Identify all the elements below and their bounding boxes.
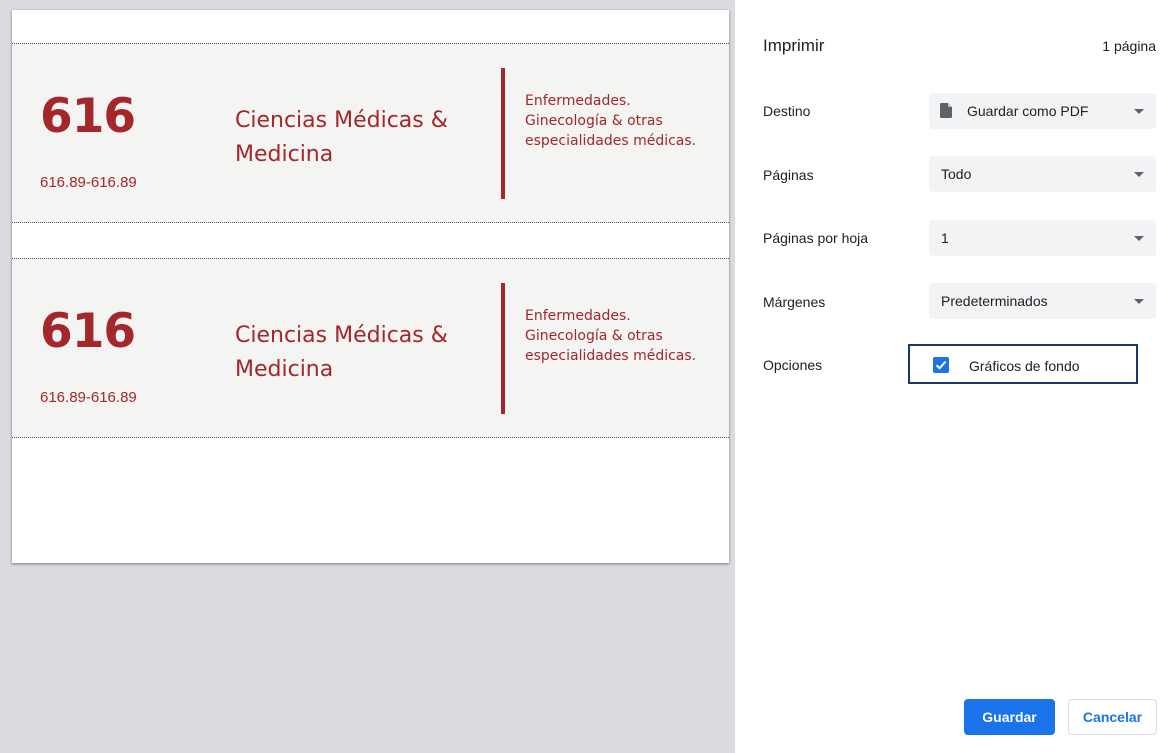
pages-per-sheet-label: Páginas por hoja [763,230,869,246]
shelf-label-card: 616 616.89-616.89 Ciencias Médicas & Med… [12,258,729,438]
pages-value: Todo [941,166,972,182]
destination-value: Guardar como PDF [967,103,1089,119]
background-graphics-label: Gráficos de fondo [969,358,1080,374]
chevron-down-icon [1134,109,1144,114]
call-number-range: 616.89-616.89 [40,174,137,191]
chevron-down-icon [1134,236,1144,241]
subject-title: Ciencias Médicas & Medicina [235,108,448,167]
print-preview-area: 616 616.89-616.89 Ciencias Médicas & Med… [0,0,735,753]
label-divider [501,68,505,199]
print-dialog-title: Imprimir [763,36,825,55]
margins-value: Predeterminados [941,293,1048,309]
call-number: 616 [40,304,136,359]
file-icon [940,103,952,118]
subject-description: Enfermedades. Ginecología & otras especi… [525,308,697,364]
label-divider [501,283,505,414]
subject-description: Enfermedades. Ginecología & otras especi… [525,93,697,149]
margins-select[interactable]: Predeterminados [929,283,1156,319]
chevron-down-icon [1134,172,1144,177]
pages-select[interactable]: Todo [929,156,1156,192]
save-button[interactable]: Guardar [964,699,1055,735]
sheet-count: 1 página [1102,38,1156,54]
destination-select[interactable]: Guardar como PDF [929,93,1156,129]
margins-label: Márgenes [763,294,826,310]
background-graphics-option[interactable]: Gráficos de fondo [908,344,1138,384]
call-number-range: 616.89-616.89 [40,389,137,406]
subject-title: Ciencias Médicas & Medicina [235,323,448,382]
destination-label: Destino [763,103,811,119]
preview-page: 616 616.89-616.89 Ciencias Médicas & Med… [12,10,729,563]
pages-label: Páginas [763,167,814,183]
call-number: 616 [40,89,136,144]
print-settings-panel: Imprimir 1 página Destino Guardar como P… [735,0,1168,753]
pages-per-sheet-select[interactable]: 1 [929,220,1156,256]
background-graphics-checkbox[interactable] [933,357,949,373]
checkmark-icon [935,360,947,370]
cancel-button[interactable]: Cancelar [1068,699,1157,735]
options-label: Opciones [763,357,823,373]
chevron-down-icon [1134,299,1144,304]
shelf-label-card: 616 616.89-616.89 Ciencias Médicas & Med… [12,43,729,223]
pages-per-sheet-value: 1 [941,230,949,246]
